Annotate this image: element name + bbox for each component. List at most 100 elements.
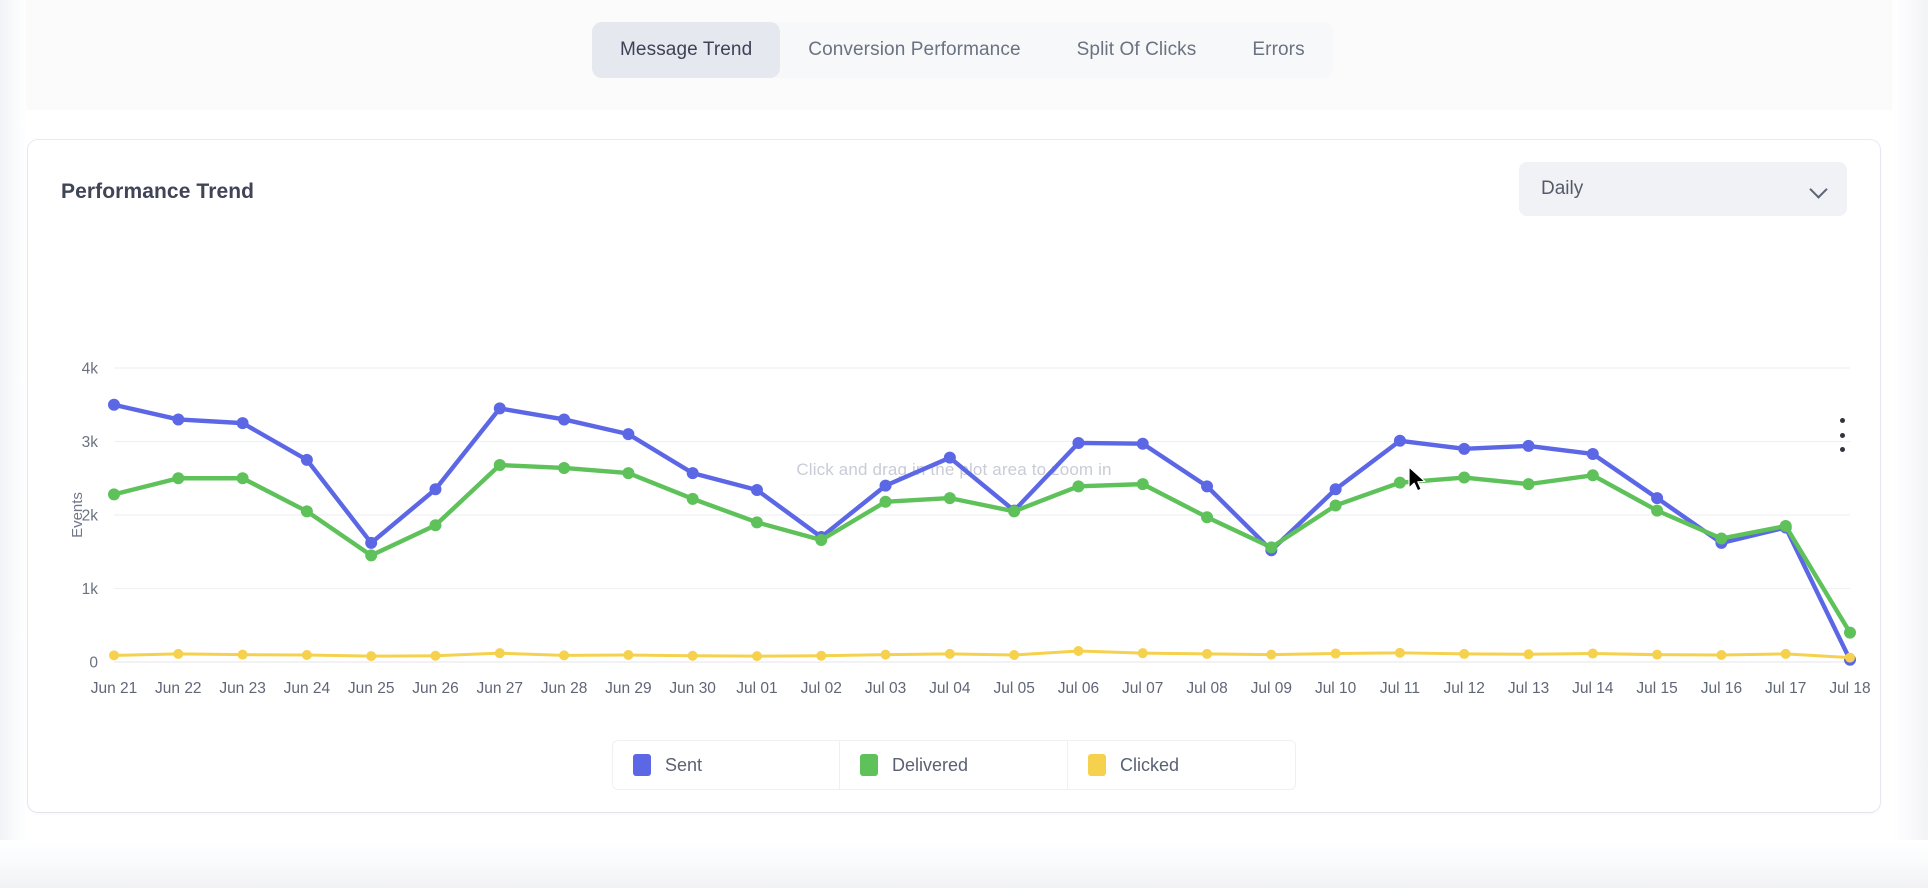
series-point-sent[interactable]	[1522, 439, 1535, 452]
series-point-clicked[interactable]	[1266, 649, 1277, 660]
series-point-delivered[interactable]	[1458, 471, 1471, 484]
legend-item-delivered[interactable]: Delivered	[840, 740, 1068, 790]
series-point-sent[interactable]	[750, 484, 763, 497]
series-point-sent[interactable]	[1201, 480, 1214, 493]
series-point-sent[interactable]	[1393, 434, 1406, 447]
series-point-delivered[interactable]	[172, 472, 185, 485]
series-point-clicked[interactable]	[1073, 645, 1084, 656]
series-point-clicked[interactable]	[880, 649, 891, 660]
x-axis-tick-label: Jun 23	[219, 680, 266, 697]
series-point-delivered[interactable]	[750, 516, 763, 529]
x-axis-tick-label: Jul 17	[1765, 680, 1806, 697]
series-point-sent[interactable]	[236, 417, 249, 430]
series-point-delivered[interactable]	[1779, 520, 1792, 533]
series-point-delivered[interactable]	[1393, 476, 1406, 489]
series-point-sent[interactable]	[493, 402, 506, 415]
series-point-delivered[interactable]	[686, 492, 699, 505]
x-axis-tick-label: Jun 24	[284, 680, 331, 697]
series-point-clicked[interactable]	[1009, 650, 1020, 661]
series-line-delivered	[111, 462, 1853, 635]
series-point-sent[interactable]	[1651, 492, 1664, 505]
series-point-delivered[interactable]	[815, 533, 828, 546]
series-point-delivered[interactable]	[429, 519, 442, 532]
tab-errors[interactable]: Errors	[1224, 22, 1332, 78]
series-point-clicked[interactable]	[1202, 648, 1213, 659]
series-point-delivered[interactable]	[1072, 480, 1085, 493]
series-point-delivered[interactable]	[1265, 541, 1278, 554]
series-point-clicked[interactable]	[494, 648, 505, 659]
tab-split-of-clicks[interactable]: Split Of Clicks	[1049, 22, 1225, 78]
tab-conversion-performance[interactable]: Conversion Performance	[780, 22, 1048, 78]
x-axis-tick-label: Jul 10	[1315, 680, 1357, 697]
x-axis-tick-label: Jul 04	[929, 680, 971, 697]
series-point-delivered[interactable]	[1586, 469, 1599, 482]
series-point-sent[interactable]	[1458, 442, 1471, 455]
series-point-clicked[interactable]	[687, 650, 698, 661]
series-point-clicked[interactable]	[1780, 648, 1791, 659]
series-point-clicked[interactable]	[1652, 649, 1663, 660]
series-point-clicked[interactable]	[1394, 647, 1405, 658]
series-point-delivered[interactable]	[1522, 478, 1535, 491]
legend-label-delivered: Delivered	[892, 754, 969, 775]
series-point-sent[interactable]	[622, 428, 635, 441]
series-point-clicked[interactable]	[1137, 648, 1148, 659]
series-point-sent[interactable]	[300, 453, 313, 466]
series-point-delivered[interactable]	[879, 495, 892, 508]
series-point-clicked[interactable]	[430, 650, 441, 661]
series-point-clicked[interactable]	[1330, 648, 1341, 659]
series-point-sent[interactable]	[429, 483, 442, 496]
x-axis-tick-label: Jul 03	[865, 680, 906, 697]
x-axis-tick-label: Jul 16	[1701, 680, 1742, 697]
series-point-delivered[interactable]	[1329, 499, 1342, 512]
series-point-sent[interactable]	[1329, 483, 1342, 496]
series-point-sent[interactable]	[365, 536, 378, 549]
series-point-sent[interactable]	[686, 467, 699, 480]
series-point-delivered[interactable]	[300, 505, 313, 518]
series-point-delivered[interactable]	[943, 492, 956, 505]
series-point-clicked[interactable]	[173, 648, 184, 659]
series-point-delivered[interactable]	[1008, 505, 1021, 518]
series-point-delivered[interactable]	[493, 459, 506, 472]
series-point-clicked[interactable]	[816, 650, 827, 661]
series-point-clicked[interactable]	[301, 650, 312, 661]
series-point-sent[interactable]	[1586, 447, 1599, 460]
series-point-sent[interactable]	[172, 413, 185, 426]
series-point-sent[interactable]	[1136, 437, 1149, 450]
legend-item-clicked[interactable]: Clicked	[1068, 740, 1296, 790]
series-point-clicked[interactable]	[366, 651, 377, 662]
series-point-delivered[interactable]	[236, 472, 249, 485]
series-point-delivered[interactable]	[1201, 511, 1214, 524]
series-point-sent[interactable]	[558, 413, 571, 426]
tab-split-of-clicks-label: Split Of Clicks	[1076, 39, 1197, 60]
legend-item-sent[interactable]: Sent	[612, 740, 840, 790]
tab-errors-label: Errors	[1252, 39, 1305, 60]
series-point-delivered[interactable]	[108, 488, 120, 501]
series-point-clicked[interactable]	[623, 650, 634, 661]
series-point-clicked[interactable]	[1523, 649, 1534, 660]
series-point-clicked[interactable]	[1845, 652, 1855, 663]
series-point-delivered[interactable]	[1844, 626, 1856, 639]
tab-message-trend[interactable]: Message Trend	[592, 22, 781, 78]
series-point-clicked[interactable]	[944, 648, 955, 659]
series-point-delivered[interactable]	[622, 467, 635, 480]
series-point-clicked[interactable]	[751, 651, 762, 662]
series-point-sent[interactable]	[879, 479, 892, 492]
series-point-clicked[interactable]	[1587, 648, 1598, 659]
series-point-clicked[interactable]	[1459, 648, 1470, 659]
series-point-delivered[interactable]	[365, 549, 378, 562]
legend-swatch-delivered	[860, 754, 878, 776]
tab-message-trend-label: Message Trend	[620, 39, 753, 60]
series-point-clicked[interactable]	[1716, 650, 1727, 661]
series-point-delivered[interactable]	[1715, 532, 1728, 545]
series-point-delivered[interactable]	[1136, 478, 1149, 491]
series-point-clicked[interactable]	[237, 649, 248, 660]
series-point-sent[interactable]	[108, 398, 120, 411]
performance-trend-chart[interactable]: 01k2k3k4kEventsJun 21 Jun 22 Jun 23 Jun 24 J…	[28, 140, 1880, 812]
series-point-clicked[interactable]	[109, 650, 119, 661]
series-point-clicked[interactable]	[559, 650, 570, 661]
series-point-sent[interactable]	[943, 451, 956, 464]
series-point-delivered[interactable]	[1651, 504, 1664, 517]
series-point-delivered[interactable]	[558, 461, 571, 474]
series-point-sent[interactable]	[1072, 436, 1085, 449]
chart-plot-area[interactable]: 0 1k 2k 3k 4k Events Jun 21 Jun 22 Jun 23 Jun 24 J…	[28, 140, 1880, 812]
